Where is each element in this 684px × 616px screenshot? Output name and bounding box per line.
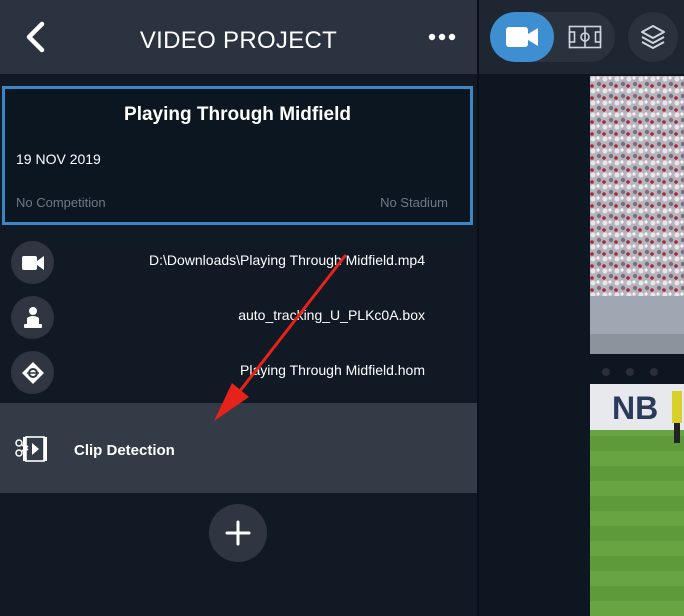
project-stadium: No Stadium xyxy=(380,195,448,210)
pitch-view-button[interactable] xyxy=(554,12,615,62)
player-tracking-icon xyxy=(11,296,54,339)
video-camera-icon xyxy=(506,27,538,47)
add-button[interactable] xyxy=(209,504,267,562)
file-path: auto_tracking_U_PLKc0A.box xyxy=(238,307,425,323)
video-view-button[interactable] xyxy=(490,12,554,62)
layers-button[interactable] xyxy=(628,12,678,62)
more-horizontal-icon xyxy=(428,33,456,41)
pitch-icon xyxy=(568,25,601,49)
project-panel: VIDEO PROJECT Playing Through Midfield 1… xyxy=(0,0,477,616)
more-options-button[interactable] xyxy=(424,25,460,49)
clip-detection-item[interactable]: Clip Detection xyxy=(0,403,477,493)
pitch-homography-icon xyxy=(11,351,54,394)
file-path: D:\Downloads\Playing Through Midfield.mp… xyxy=(149,252,425,268)
plus-icon xyxy=(225,520,251,546)
panel-header xyxy=(0,0,477,74)
video-camera-icon xyxy=(11,241,54,284)
file-row-homography[interactable]: Playing Through Midfield.hom xyxy=(0,347,477,397)
file-row-video[interactable]: D:\Downloads\Playing Through Midfield.mp… xyxy=(0,237,477,287)
back-button[interactable] xyxy=(18,18,52,56)
clip-detection-icon xyxy=(15,436,47,462)
layers-icon xyxy=(641,25,665,49)
project-competition: No Competition xyxy=(16,195,106,210)
file-row-tracking[interactable]: auto_tracking_U_PLKc0A.box xyxy=(0,292,477,342)
video-still-image: NB xyxy=(590,76,684,616)
video-frame[interactable]: NB xyxy=(590,76,684,616)
clip-detection-label: Clip Detection xyxy=(74,442,175,459)
view-toggle xyxy=(490,12,615,62)
project-card[interactable]: Playing Through Midfield 19 NOV 2019 No … xyxy=(2,86,473,225)
sponsor-board-text: NB xyxy=(612,390,658,426)
project-date: 19 NOV 2019 xyxy=(16,151,101,167)
chevron-left-icon xyxy=(26,21,45,53)
file-path: Playing Through Midfield.hom xyxy=(240,362,425,378)
project-title: Playing Through Midfield xyxy=(124,104,351,125)
